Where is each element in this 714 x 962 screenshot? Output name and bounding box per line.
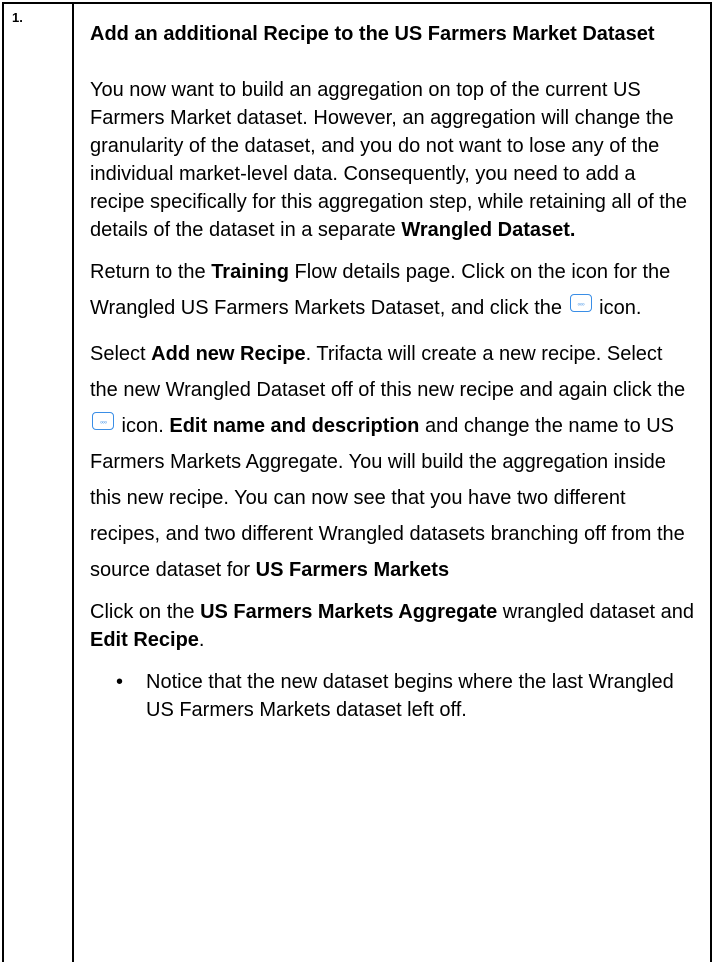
- add-new-recipe-term: Add new Recipe: [151, 343, 306, 365]
- ellipsis-more-icon: [569, 286, 592, 322]
- training-term: Training: [211, 261, 289, 283]
- aggregate-paragraph: Click on the US Farmers Markets Aggregat…: [90, 598, 695, 654]
- us-farmers-markets-term: US Farmers Markets: [255, 559, 450, 581]
- step-title: Add an additional Recipe to the US Farme…: [90, 23, 655, 45]
- add-recipe-paragraph: Select Add new Recipe. Trifacta will cre…: [90, 336, 695, 588]
- text-span: icon.: [593, 297, 642, 319]
- step-content: Add an additional Recipe to the US Farme…: [90, 20, 695, 724]
- edit-recipe-term: Edit Recipe: [90, 629, 199, 651]
- text-span: Return to the: [90, 261, 212, 283]
- column-divider: [72, 4, 74, 962]
- instruction-table: 1. Add an additional Recipe to the US Fa…: [2, 2, 712, 962]
- intro-text: You now want to build an aggregation on …: [90, 79, 687, 241]
- notes-list: Notice that the new dataset begins where…: [90, 668, 695, 724]
- intro-paragraph: You now want to build an aggregation on …: [90, 76, 695, 244]
- edit-name-term: Edit name and description: [169, 415, 420, 437]
- step-number: 1.: [12, 10, 23, 25]
- return-paragraph: Return to the Training Flow details page…: [90, 254, 695, 326]
- aggregate-term: US Farmers Markets Aggregate: [200, 601, 498, 623]
- wrangled-dataset-term: Wrangled Dataset.: [401, 219, 576, 241]
- text-span: .: [198, 629, 205, 651]
- ellipsis-more-icon: [92, 404, 114, 440]
- text-span: and change the name to US Farmers Market…: [90, 415, 685, 581]
- text-span: icon.: [116, 415, 170, 437]
- text-span: Select: [90, 343, 152, 365]
- list-item: Notice that the new dataset begins where…: [116, 668, 695, 724]
- text-span: Click on the: [90, 601, 201, 623]
- text-span: wrangled dataset and: [497, 601, 695, 623]
